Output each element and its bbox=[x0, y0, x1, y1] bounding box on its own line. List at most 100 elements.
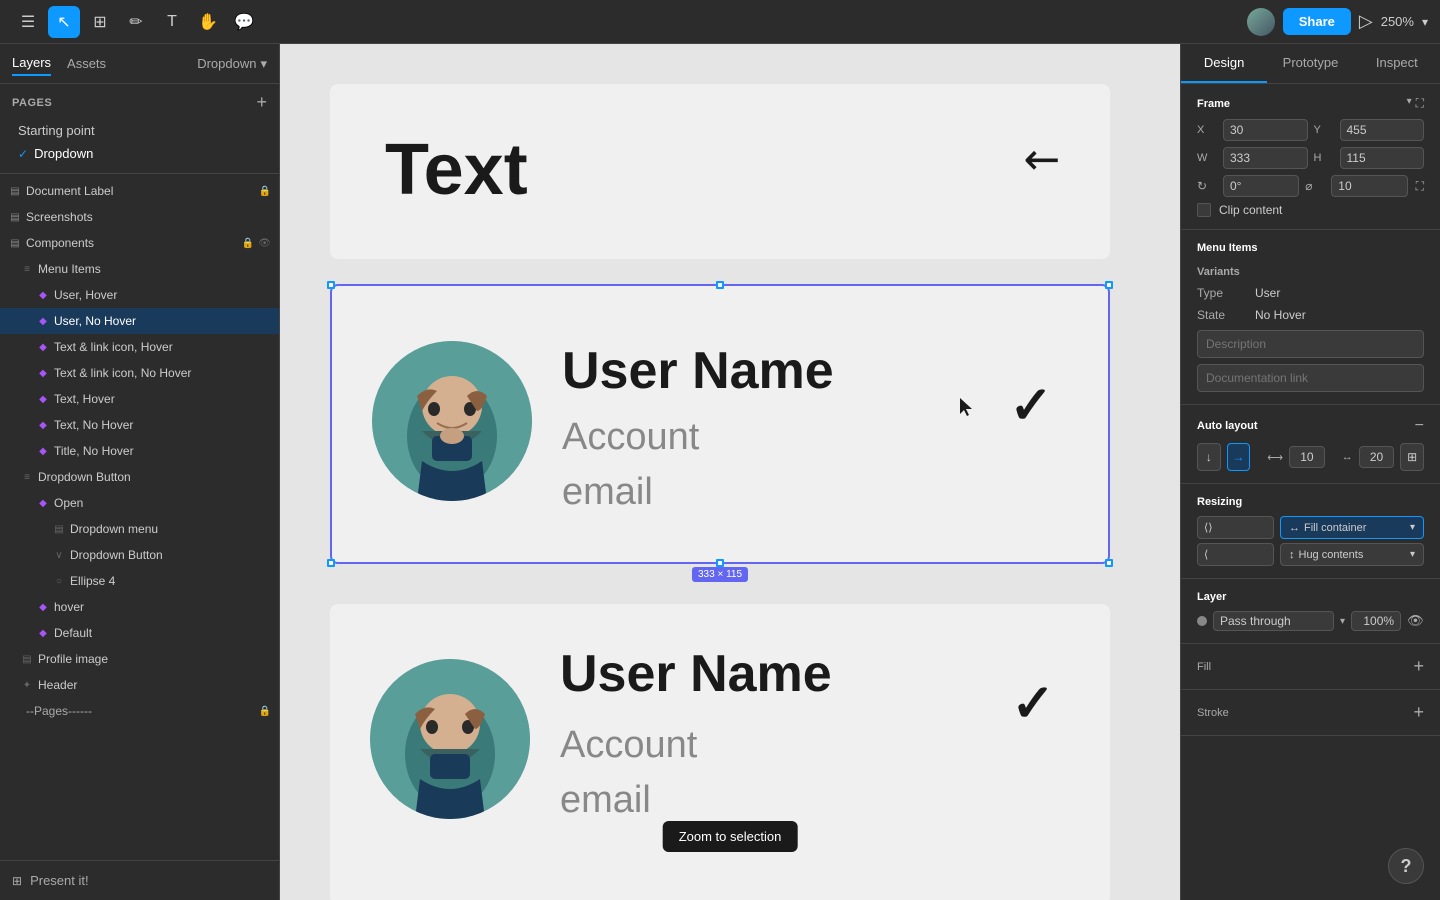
layer-text-hover[interactable]: ◆ Text, Hover bbox=[0, 386, 279, 412]
r-value[interactable]: 0° bbox=[1223, 175, 1299, 197]
blend-chevron-icon[interactable]: ▾ bbox=[1340, 616, 1345, 627]
section-icon: ▤ bbox=[8, 236, 22, 250]
component-icon: ◆ bbox=[36, 444, 50, 458]
tab-inspect[interactable]: Inspect bbox=[1354, 44, 1440, 83]
layer-open[interactable]: ◆ Open bbox=[0, 490, 279, 516]
layer-user-no-hover[interactable]: ◆ User, No Hover bbox=[0, 308, 279, 334]
layer-dropdown-menu[interactable]: ▤ Dropdown menu bbox=[0, 516, 279, 542]
present-label[interactable]: Present it! bbox=[30, 873, 89, 888]
select-tool-icon[interactable]: ↖ bbox=[48, 6, 80, 38]
expand-corners-icon[interactable]: ⛶ bbox=[1416, 179, 1424, 194]
user-name-text-2: User Name bbox=[560, 644, 832, 704]
clip-content-checkbox[interactable] bbox=[1197, 203, 1211, 217]
component-icon: ◆ bbox=[36, 288, 50, 302]
layer-dropdown-button-inner[interactable]: ∨ Dropdown Button bbox=[0, 542, 279, 568]
layer-label: Title, No Hover bbox=[54, 444, 134, 458]
corner-value[interactable]: 10 bbox=[1331, 175, 1407, 197]
resize-fill-container-cell[interactable]: ↔ Fill container ▾ bbox=[1280, 516, 1424, 539]
al-direction-down[interactable]: ↓ bbox=[1197, 443, 1221, 471]
canvas-area[interactable]: Text ↗ bbox=[280, 44, 1180, 900]
description-input[interactable] bbox=[1197, 330, 1424, 358]
x-value[interactable]: 30 bbox=[1223, 119, 1308, 141]
tab-design[interactable]: Design bbox=[1181, 44, 1267, 83]
hand-tool-icon[interactable]: ✋ bbox=[192, 6, 224, 38]
layer-components[interactable]: ▤ Components 🔒 👁 bbox=[0, 230, 279, 256]
layer-dropdown-button[interactable]: ≡ Dropdown Button bbox=[0, 464, 279, 490]
al-spacing-icon: ⟷ bbox=[1267, 451, 1283, 464]
frame-fullscreen-icon[interactable]: ⛶ bbox=[1416, 96, 1424, 111]
al-spacing-value[interactable]: 10 bbox=[1289, 446, 1325, 468]
layer-title-no-hover[interactable]: ◆ Title, No Hover bbox=[0, 438, 279, 464]
pass-through-select[interactable]: Pass through bbox=[1213, 611, 1334, 631]
layer-menu-items[interactable]: ≡ Menu Items bbox=[0, 256, 279, 282]
layer-text-link-no-hover[interactable]: ◆ Text & link icon, No Hover bbox=[0, 360, 279, 386]
autolayout-section: Auto layout − ↓ → ⟷ 10 ↔ 20 ⊞ bbox=[1181, 405, 1440, 484]
tab-layers[interactable]: Layers bbox=[12, 51, 51, 76]
layer-screenshots[interactable]: ▤ Screenshots bbox=[0, 204, 279, 230]
tab-assets[interactable]: Assets bbox=[67, 52, 106, 75]
add-fill-button[interactable]: + bbox=[1413, 656, 1424, 677]
tab-prototype[interactable]: Prototype bbox=[1267, 44, 1353, 83]
layer-title: Layer bbox=[1197, 591, 1226, 603]
layer-label: Default bbox=[54, 626, 92, 640]
zoom-chevron-icon[interactable]: ▾ bbox=[1422, 15, 1428, 29]
menu-icon[interactable]: ☰ bbox=[12, 6, 44, 38]
frame-text[interactable]: Text ↗ bbox=[330, 84, 1110, 259]
h-value[interactable]: 115 bbox=[1340, 147, 1425, 169]
w-value[interactable]: 333 bbox=[1223, 147, 1308, 169]
xy-row: X 30 Y 455 bbox=[1197, 119, 1424, 141]
page-item-starting[interactable]: Starting point bbox=[12, 119, 267, 142]
layer-ellipse[interactable]: ○ Ellipse 4 bbox=[0, 568, 279, 594]
y-value[interactable]: 455 bbox=[1340, 119, 1425, 141]
frame-chevron-icon[interactable]: ▾ bbox=[1407, 96, 1412, 111]
section-icon: ≡ bbox=[20, 262, 34, 276]
layer-text-link-hover[interactable]: ◆ Text & link icon, Hover bbox=[0, 334, 279, 360]
text-tool-icon[interactable]: T bbox=[156, 6, 188, 38]
layer-profile-image[interactable]: ▤ Profile image bbox=[0, 646, 279, 672]
size-badge: 333 × 115 bbox=[692, 567, 748, 582]
play-button[interactable]: ▷ bbox=[1359, 11, 1373, 32]
frame-user-card[interactable]: User Name Account email ✓ 333 × 115 bbox=[330, 284, 1110, 564]
component-icon: ◆ bbox=[36, 392, 50, 406]
layer-default[interactable]: ◆ Default bbox=[0, 620, 279, 646]
help-button[interactable]: ? bbox=[1388, 848, 1424, 884]
state-value: No Hover bbox=[1255, 308, 1306, 322]
page-item-dropdown[interactable]: ✓ Dropdown bbox=[12, 142, 267, 165]
layer-user-hover[interactable]: ◆ User, Hover bbox=[0, 282, 279, 308]
frame-tool-icon[interactable]: ⊞ bbox=[84, 6, 116, 38]
zoom-level[interactable]: 250% bbox=[1381, 14, 1414, 29]
chevron-down-icon: ▾ bbox=[260, 56, 267, 72]
layer-document-label[interactable]: ▤ Document Label 🔒 bbox=[0, 178, 279, 204]
resize-hug-label: Hug contents bbox=[1299, 549, 1364, 561]
layer-pages-divider[interactable]: --Pages------ 🔒 bbox=[0, 698, 279, 724]
wh-row: W 333 H 115 bbox=[1197, 147, 1424, 169]
layer-label: Components bbox=[26, 236, 94, 250]
comment-tool-icon[interactable]: 💬 bbox=[228, 6, 260, 38]
layer-header[interactable]: ✦ Header bbox=[0, 672, 279, 698]
add-page-button[interactable]: + bbox=[256, 92, 267, 113]
frame-user-card-2[interactable]: User Name Account email ✓ bbox=[330, 604, 1110, 900]
documentation-link-input[interactable] bbox=[1197, 364, 1424, 392]
layer-text-no-hover[interactable]: ◆ Text, No Hover bbox=[0, 412, 279, 438]
share-button[interactable]: Share bbox=[1283, 8, 1351, 35]
layer-hover[interactable]: ◆ hover bbox=[0, 594, 279, 620]
tab-dropdown[interactable]: Dropdown ▾ bbox=[197, 56, 267, 72]
resize-left-cell[interactable]: ⟨⟩ bbox=[1197, 516, 1274, 539]
state-key: State bbox=[1197, 308, 1247, 322]
toolbar-right: Share ▷ 250% ▾ bbox=[1247, 8, 1428, 36]
layer-label: User, No Hover bbox=[54, 314, 136, 328]
al-direction-right[interactable]: → bbox=[1227, 443, 1251, 471]
visibility-toggle-button[interactable]: 👁 bbox=[1407, 613, 1424, 629]
add-stroke-button[interactable]: + bbox=[1413, 702, 1424, 723]
resize-hug-cell[interactable]: ↕ Hug contents ▾ bbox=[1280, 543, 1424, 566]
opacity-value[interactable]: 100% bbox=[1351, 611, 1401, 631]
resize-top-cell[interactable]: ⟨ bbox=[1197, 543, 1274, 566]
divider-icon bbox=[8, 704, 22, 718]
al-align-icon[interactable]: ⊞ bbox=[1400, 443, 1424, 471]
layer-label: Menu Items bbox=[38, 262, 101, 276]
stroke-label: Stroke bbox=[1197, 707, 1229, 719]
autolayout-remove-button[interactable]: − bbox=[1415, 417, 1424, 435]
al-padding-value[interactable]: 20 bbox=[1359, 446, 1395, 468]
layer-label: Dropdown Button bbox=[38, 470, 131, 484]
pen-tool-icon[interactable]: ✏ bbox=[120, 6, 152, 38]
